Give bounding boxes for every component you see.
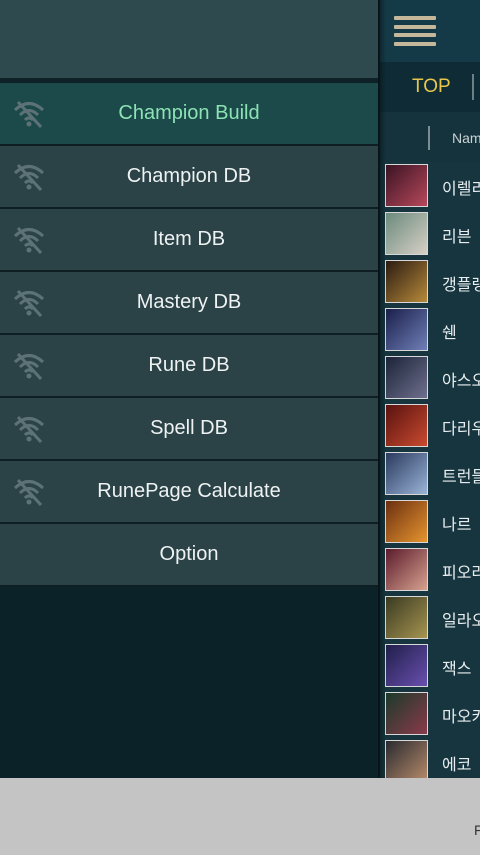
champion-row[interactable]: 피오라 (380, 546, 480, 594)
drawer-header (0, 0, 378, 78)
drawer-item-option[interactable]: Option (0, 524, 378, 587)
champion-row[interactable]: 쉔 (380, 306, 480, 354)
champion-portrait (385, 404, 428, 447)
drawer-empty-area (0, 587, 378, 778)
column-divider (428, 126, 430, 150)
champion-name: 이렐리아 (442, 179, 480, 198)
champion-portrait (385, 692, 428, 735)
drawer-item-champion-db[interactable]: Champion DB (0, 146, 378, 209)
champion-list: 이렐리아리븐갱플랭크쉔야스오다리우스트런들나르피오라일라오이잭스마오카이에코 (380, 162, 480, 778)
champion-row[interactable]: 마오카이 (380, 690, 480, 738)
champion-name: 야스오 (442, 371, 480, 390)
drawer-item-champion-build[interactable]: Champion Build (0, 83, 378, 146)
champion-row[interactable]: 다리우스 (380, 402, 480, 450)
champion-portrait (385, 596, 428, 639)
bottom-bar: F (0, 778, 480, 855)
champion-portrait (385, 500, 428, 543)
drawer-item-label: Option (159, 543, 219, 565)
champion-portrait (385, 164, 428, 207)
champion-row[interactable]: 트런들 (380, 450, 480, 498)
champion-portrait (385, 308, 428, 351)
champion-portrait (385, 452, 428, 495)
champion-name: 트런들 (442, 467, 480, 486)
champion-portrait (385, 356, 428, 399)
drawer-item-label: Item DB (152, 228, 226, 250)
champion-name: 에코 (442, 755, 472, 774)
drawer-item-rune-db[interactable]: Rune DB (0, 335, 378, 398)
column-header: Name (380, 112, 480, 162)
champion-portrait (385, 260, 428, 303)
tab-bar: TOP (380, 62, 480, 112)
drawer-menu: Champion Build Champion DB Item DB Mastery … (0, 83, 378, 587)
main-screen: TOP Name 이렐리아리븐갱플랭크쉔야스오다리우스트런들나르피오라일라오이잭… (380, 0, 480, 778)
tab-divider (472, 74, 474, 100)
champion-row[interactable]: 일라오이 (380, 594, 480, 642)
champion-portrait (385, 548, 428, 591)
drawer-item-label: Champion DB (126, 165, 252, 187)
champion-name: 다리우스 (442, 419, 480, 438)
champion-row[interactable]: 갱플랭크 (380, 258, 480, 306)
champion-name: 리븐 (442, 227, 472, 246)
champion-row[interactable]: 잭스 (380, 642, 480, 690)
drawer-item-label: Rune DB (148, 354, 230, 376)
drawer-item-runepage-calculate[interactable]: RunePage Calculate (0, 461, 378, 524)
champion-name: 피오라 (442, 563, 480, 582)
champion-portrait (385, 212, 428, 255)
column-header-name[interactable]: Name (452, 130, 480, 146)
champion-name: 잭스 (442, 659, 472, 678)
drawer-item-mastery-db[interactable]: Mastery DB (0, 272, 378, 335)
champion-name: 쉔 (442, 323, 457, 342)
champion-portrait (385, 644, 428, 687)
champion-name: 일라오이 (442, 611, 480, 630)
champion-row[interactable]: 야스오 (380, 354, 480, 402)
champion-name: 마오카이 (442, 707, 480, 726)
main-header (380, 0, 480, 62)
champion-row[interactable]: 이렐리아 (380, 162, 480, 210)
champion-row[interactable]: 나르 (380, 498, 480, 546)
hamburger-icon[interactable] (394, 16, 436, 46)
drawer-item-label: RunePage Calculate (97, 480, 281, 502)
drawer-item-label: Spell DB (150, 417, 228, 439)
navigation-drawer: Champion Build Champion DB Item DB Mastery … (0, 0, 378, 778)
champion-name: 갱플랭크 (442, 275, 480, 294)
champion-row[interactable]: 에코 (380, 738, 480, 778)
drawer-item-label: Mastery DB (136, 291, 242, 313)
champion-name: 나르 (442, 515, 472, 534)
bottom-bar-text: F (474, 822, 480, 838)
champion-row[interactable]: 리븐 (380, 210, 480, 258)
tab-top[interactable]: TOP (412, 76, 451, 98)
drawer-item-spell-db[interactable]: Spell DB (0, 398, 378, 461)
champion-portrait (385, 740, 428, 778)
drawer-item-label: Champion Build (118, 102, 260, 124)
drawer-item-item-db[interactable]: Item DB (0, 209, 378, 272)
